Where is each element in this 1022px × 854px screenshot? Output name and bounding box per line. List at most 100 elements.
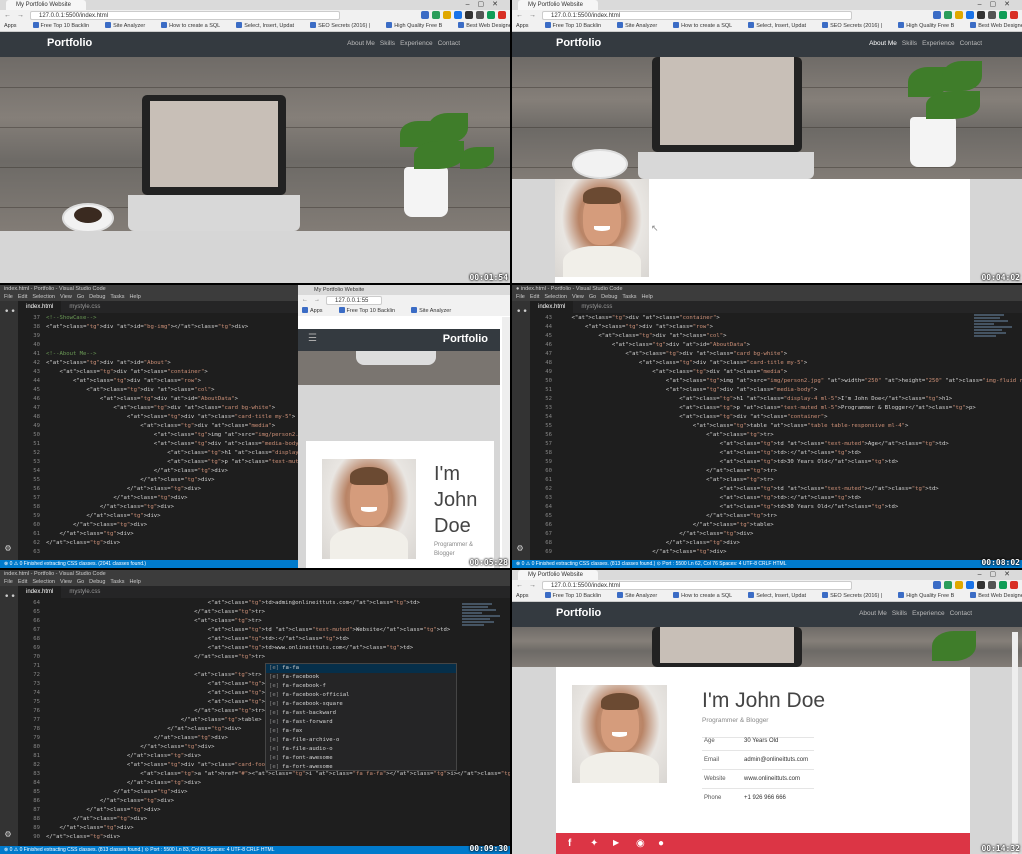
code-line[interactable]: 70 </"at">class="tg">tr> [18,653,510,662]
bookmark-item[interactable]: How to create a SQL [161,22,228,29]
code-line[interactable]: 57 <"at">class="tg">td "at">class="text-… [530,440,1022,449]
site-nav-links[interactable]: About Me Skills Experience Contact [342,40,460,47]
address-bar[interactable]: 127.0.0.1:5500/index.html [542,581,852,590]
menu-item[interactable]: Debug [89,294,105,300]
suggestion-item[interactable]: [e] fa-facebook [266,673,456,682]
window-controls[interactable]: –▢✕ [978,570,1018,580]
bookmark-item[interactable]: Best Web Designers [970,22,1022,29]
suggestion-item[interactable]: [e] fa-font-awesome [266,754,456,763]
suggestion-item[interactable]: [e] fa-file-audio-o [266,745,456,754]
menu-item[interactable]: Tasks [622,294,636,300]
code-line[interactable]: 62 <"at">class="tg">td "at">class="text-… [530,485,1022,494]
menu-item[interactable]: View [60,294,72,300]
menu-item[interactable]: Debug [89,579,105,585]
suggestion-item[interactable]: [e] fa-facebook-official [266,691,456,700]
code-line[interactable]: 61 </"at">class="tg">div> [18,530,298,539]
autocomplete-list[interactable]: [e] fa-fa [e] fa-facebook [e] fa-facebook-f [e… [265,663,457,771]
menu-item[interactable]: File [4,579,13,585]
code-line[interactable]: 67 </"at">class="tg">div> [530,530,1022,539]
code-line[interactable]: 59 <"at">class="tg">td>30 Years Old</"at… [530,458,1022,467]
menu-item[interactable]: Selection [544,294,567,300]
code-line[interactable]: 55 </"at">class="tg">div> [18,476,298,485]
extension-icons[interactable] [418,11,506,20]
suggestion-item[interactable]: [e] fa-fax [266,727,456,736]
menu-item[interactable]: View [572,294,584,300]
menu-item[interactable]: Tasks [110,579,124,585]
tab-mystyle-css[interactable]: mystyle.css [61,301,108,313]
code-line[interactable]: 90 </"at">class="tg">div> [18,833,510,842]
code-line[interactable]: 40 [18,341,298,350]
code-line[interactable]: 51 <"at">class="tg">div "at">class="medi… [530,386,1022,395]
code-line[interactable]: 53 <"at">class="tg">p "at">class="text-m… [530,404,1022,413]
code-line[interactable]: 43 <"at">class="tg">div "at">class="cont… [18,368,298,377]
code-line[interactable]: 67 <"at">class="tg">td "at">class="text-… [18,626,510,635]
extension-icon[interactable] [988,11,996,19]
code-line[interactable]: 37 <!--ShowCase--> [18,314,298,323]
code-line[interactable]: 63 <"at">class="tg">td>:</"at">class="tg… [530,494,1022,503]
extension-icon[interactable] [988,581,996,589]
suggestion-item[interactable]: [e] fa-fa [266,664,456,673]
code-editor[interactable]: 37 <!--ShowCase--> 38 <"at">class="tg">div … [18,314,298,560]
extension-icons[interactable] [930,11,1018,20]
code-line[interactable]: 44 <"at">class="tg">div "at">class="row"… [530,323,1022,332]
menu-item[interactable]: Help [129,294,140,300]
site-brand[interactable]: Portfolio [47,37,92,49]
code-line[interactable]: 64 <"at">class="tg">td>30 Years Old</"at… [530,503,1022,512]
code-line[interactable]: 45 <"at">class="tg">div "at">class="col"… [18,386,298,395]
bookmark-item[interactable]: SEO Secrets (2016) | [822,592,890,599]
site-brand[interactable]: Portfolio [556,607,601,619]
menu-item[interactable]: View [60,579,72,585]
extension-icon[interactable] [465,11,473,19]
menu-item[interactable]: Selection [32,579,55,585]
vscode-menu[interactable]: File Edit Selection View Go Debug Tasks Help [0,578,510,586]
code-line[interactable]: 89 </"at">class="tg">div> [18,824,510,833]
site-brand[interactable]: Portfolio [443,333,488,345]
extension-icon[interactable] [977,581,985,589]
hamburger-icon[interactable]: ☰ [308,333,317,344]
tab-index-html[interactable]: index.html [18,586,62,598]
code-line[interactable]: 84 </"at">class="tg">div> [18,779,510,788]
bookmark-item[interactable]: Select, Insert, Updat [236,22,302,29]
code-line[interactable]: 87 </"at">class="tg">div> [18,806,510,815]
bookmark-item[interactable]: Site Analyzer [617,592,665,599]
extension-icons[interactable] [930,581,1018,590]
menu-item[interactable]: Go [77,579,84,585]
extension-icon[interactable] [966,581,974,589]
browser-tab[interactable]: My Portfolio Website [518,0,598,10]
code-line[interactable]: 51 <"at">class="tg">div "at">class="medi… [18,440,298,449]
extension-icon[interactable] [487,11,495,19]
code-line[interactable]: 46 <"at">class="tg">div "at">id="AboutDa… [18,395,298,404]
site-nav-links[interactable]: About Me Skills Experience Contact [864,40,982,47]
browser-tab[interactable]: My Portfolio Website [518,570,598,580]
pinterest-icon[interactable]: ◉ [636,838,645,849]
suggestion-item[interactable]: [e] fa-fort-awesome [266,763,456,772]
suggestion-item[interactable]: [e] fa-file-archive-o [266,736,456,745]
code-line[interactable]: 68 <"at">class="tg">td>:</"at">class="tg… [18,635,510,644]
code-line[interactable]: 57 </"at">class="tg">div> [18,494,298,503]
suggestion-item[interactable]: [e] fa-facebook-f [266,682,456,691]
extension-icon[interactable] [999,581,1007,589]
code-line[interactable]: 65 </"at">class="tg">tr> [530,512,1022,521]
code-line[interactable]: 39 [18,332,298,341]
extension-icon[interactable] [977,11,985,19]
code-line[interactable]: 66 </"at">class="tg">table> [530,521,1022,530]
code-line[interactable]: 66 <"at">class="tg">tr> [18,617,510,626]
tab-index-html[interactable]: index.html [530,301,574,313]
scrollbar[interactable] [502,317,510,568]
gear-icon[interactable]: ⚙ [5,543,11,554]
code-line[interactable]: 46 <"at">class="tg">div "at">id="AboutDa… [530,341,1022,350]
vscode-menu[interactable]: File Edit Selection View Go Debug Tasks Help [0,293,298,301]
extension-icon[interactable] [944,581,952,589]
tab-mystyle-css[interactable]: mystyle.css [61,586,108,598]
code-line[interactable]: 56 </"at">class="tg">div> [18,485,298,494]
code-line[interactable]: 60 </"at">class="tg">tr> [530,467,1022,476]
suggestion-item[interactable]: [e] fa-facebook-square [266,700,456,709]
code-line[interactable]: 58 <"at">class="tg">td>:</"at">class="tg… [530,449,1022,458]
bookmarks-bar[interactable]: Apps Free Top 10 Backlin Site Analyzer [298,306,510,316]
bookmark-item[interactable]: Apps [516,593,537,599]
code-line[interactable]: 50 <"at">class="tg">img "at">src="img/pe… [530,377,1022,386]
minimap[interactable] [462,603,502,663]
extension-icon[interactable] [1010,581,1018,589]
code-line[interactable]: 65 </"at">class="tg">tr> [18,608,510,617]
code-line[interactable]: 58 </"at">class="tg">div> [18,503,298,512]
